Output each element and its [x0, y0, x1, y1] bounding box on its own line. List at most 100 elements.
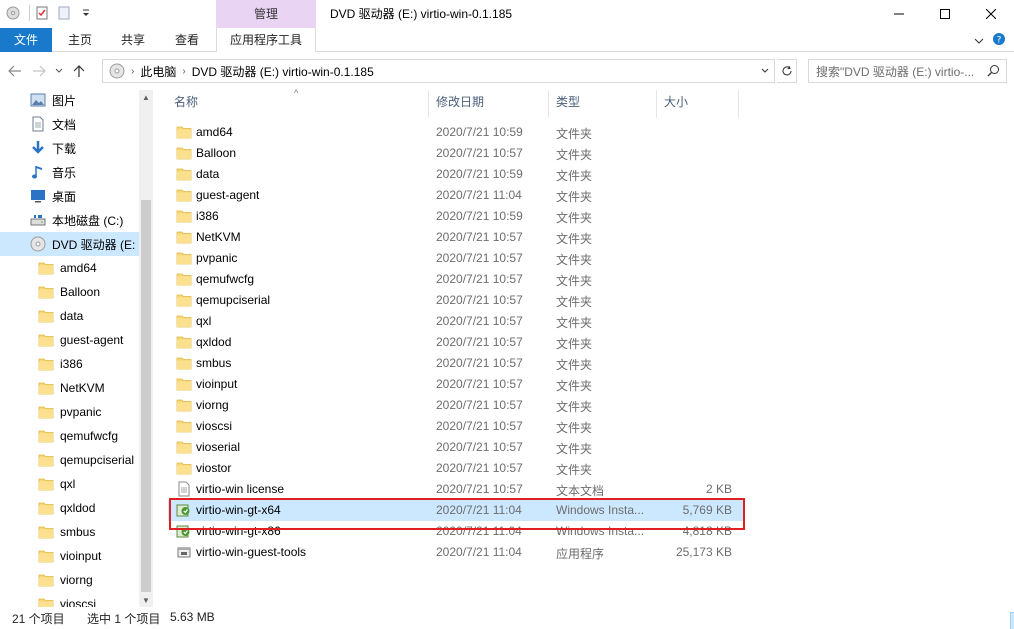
large-icons-view-icon[interactable]: [1010, 612, 1014, 629]
column-divider[interactable]: [656, 90, 657, 118]
breadcrumb-this-pc[interactable]: 此电脑: [140, 63, 176, 80]
sidebar-item--c-[interactable]: 本地磁盘 (C:): [0, 208, 139, 232]
breadcrumb-separator-icon[interactable]: ›: [131, 66, 134, 77]
address-bar[interactable]: › 此电脑 › DVD 驱动器 (E:) virtio-win-0.1.185: [102, 59, 775, 83]
file-row[interactable]: viorng 2020/7/21 10:57 文件夹: [168, 395, 744, 416]
scrollbar-thumb[interactable]: [141, 200, 151, 592]
tab-view[interactable]: 查看: [162, 28, 212, 52]
sidebar-item-vioinput[interactable]: vioinput: [0, 544, 139, 568]
sidebar-item--[interactable]: 下载: [0, 136, 139, 160]
new-folder-icon[interactable]: [55, 4, 73, 22]
file-row[interactable]: data 2020/7/21 10:59 文件夹: [168, 164, 744, 185]
minimize-button[interactable]: [876, 0, 922, 28]
folder-icon: [38, 284, 54, 300]
file-row[interactable]: amd64 2020/7/21 10:59 文件夹: [168, 122, 744, 143]
sidebar-item--[interactable]: 图片: [0, 90, 139, 112]
sidebar-item--[interactable]: 音乐: [0, 160, 139, 184]
column-divider[interactable]: [428, 90, 429, 118]
search-icon[interactable]: [987, 64, 1000, 80]
file-row[interactable]: i386 2020/7/21 10:59 文件夹: [168, 206, 744, 227]
tab-share[interactable]: 共享: [108, 28, 158, 52]
file-row[interactable]: virtio-win-gt-x64 2020/7/21 11:04 Windows …: [168, 500, 744, 521]
file-row[interactable]: NetKVM 2020/7/21 10:57 文件夹: [168, 227, 744, 248]
close-button[interactable]: [968, 0, 1014, 28]
sidebar-item-dvd-e-[interactable]: DVD 驱动器 (E:: [0, 232, 139, 256]
context-tab-manage[interactable]: 管理: [216, 0, 316, 28]
sidebar-item-smbus[interactable]: smbus: [0, 520, 139, 544]
sidebar-item-qxldod[interactable]: qxldod: [0, 496, 139, 520]
scroll-down-icon[interactable]: ▼: [139, 593, 153, 607]
breadcrumb-dvd-drive[interactable]: DVD 驱动器 (E:) virtio-win-0.1.185: [192, 63, 374, 80]
refresh-button[interactable]: [777, 59, 797, 83]
sidebar-item-label: 桌面: [52, 189, 77, 204]
search-input[interactable]: 搜索"DVD 驱动器 (E:) virtio-...: [808, 59, 1007, 83]
scroll-up-icon[interactable]: ▲: [139, 90, 153, 104]
expand-ribbon-icon[interactable]: [974, 34, 984, 48]
maximize-button[interactable]: [922, 0, 968, 28]
back-arrow-icon[interactable]: [6, 62, 24, 80]
file-row[interactable]: qemufwcfg 2020/7/21 10:57 文件夹: [168, 269, 744, 290]
tab-file[interactable]: 文件: [0, 28, 52, 52]
sidebar-item-qxl[interactable]: qxl: [0, 472, 139, 496]
help-icon[interactable]: ?: [992, 32, 1006, 49]
file-row[interactable]: virtio-win license 2020/7/21 10:57 文本文档 2 K…: [168, 479, 744, 500]
sidebar-item-netkvm[interactable]: NetKVM: [0, 376, 139, 400]
sidebar-item-guest-agent[interactable]: guest-agent: [0, 328, 139, 352]
file-row[interactable]: qxl 2020/7/21 10:57 文件夹: [168, 311, 744, 332]
sidebar-item-viorng[interactable]: viorng: [0, 568, 139, 592]
file-row[interactable]: vioserial 2020/7/21 10:57 文件夹: [168, 437, 744, 458]
file-type: Windows Insta...: [556, 524, 645, 538]
properties-icon[interactable]: [33, 4, 51, 22]
file-row[interactable]: virtio-win-guest-tools 2020/7/21 11:04 应用程…: [168, 542, 744, 563]
file-date: 2020/7/21 10:57: [436, 335, 523, 349]
sidebar-item-balloon[interactable]: Balloon: [0, 280, 139, 304]
folder-icon: [176, 166, 192, 182]
file-row[interactable]: vioinput 2020/7/21 10:57 文件夹: [168, 374, 744, 395]
sidebar-item-vioscsi[interactable]: vioscsi: [0, 592, 139, 607]
sidebar-item-data[interactable]: data: [0, 304, 139, 328]
documents-icon: [30, 116, 46, 132]
sidebar-item--[interactable]: 桌面: [0, 184, 139, 208]
sidebar-item-qemupciserial[interactable]: qemupciserial: [0, 448, 139, 472]
file-row[interactable]: qemupciserial 2020/7/21 10:57 文件夹: [168, 290, 744, 311]
sidebar-item-i386[interactable]: i386: [0, 352, 139, 376]
up-arrow-icon[interactable]: [70, 62, 88, 80]
column-header-type[interactable]: 类型: [550, 90, 660, 114]
folder-icon: [176, 250, 192, 266]
column-header-size[interactable]: 大小: [658, 90, 738, 114]
sidebar-item-label: DVD 驱动器 (E:: [52, 237, 136, 252]
file-name: virtio-win-gt-x86: [196, 524, 281, 538]
customize-toolbar-icon[interactable]: [77, 4, 95, 22]
file-date: 2020/7/21 11:04: [436, 503, 522, 517]
dvd-app-icon[interactable]: [4, 4, 22, 22]
file-row[interactable]: Balloon 2020/7/21 10:57 文件夹: [168, 143, 744, 164]
sidebar-item-label: qxl: [60, 477, 76, 491]
column-divider[interactable]: [548, 90, 549, 118]
recent-locations-icon[interactable]: [54, 62, 64, 80]
file-row[interactable]: guest-agent 2020/7/21 11:04 文件夹: [168, 185, 744, 206]
column-header-date[interactable]: 修改日期: [430, 90, 548, 114]
file-row[interactable]: viostor 2020/7/21 10:57 文件夹: [168, 458, 744, 479]
column-header-name[interactable]: 名称: [168, 90, 428, 114]
tab-application-tools[interactable]: 应用程序工具: [216, 28, 316, 52]
file-row[interactable]: qxldod 2020/7/21 10:57 文件夹: [168, 332, 744, 353]
drive-icon: [30, 212, 46, 228]
file-row[interactable]: virtio-win-gt-x86 2020/7/21 11:04 Windows …: [168, 521, 744, 542]
file-row[interactable]: vioscsi 2020/7/21 10:57 文件夹: [168, 416, 744, 437]
sidebar-item-amd64[interactable]: amd64: [0, 256, 139, 280]
column-divider[interactable]: [738, 90, 739, 118]
forward-arrow-icon[interactable]: [30, 62, 48, 80]
breadcrumb-separator-icon[interactable]: ›: [182, 66, 185, 77]
sidebar-item-pvpanic[interactable]: pvpanic: [0, 400, 139, 424]
sidebar-item-label: amd64: [60, 261, 97, 275]
sidebar-item-qemufwcfg[interactable]: qemufwcfg: [0, 424, 139, 448]
tab-home[interactable]: 主页: [56, 28, 104, 52]
nav-scrollbar[interactable]: ▲ ▼: [139, 90, 153, 607]
sidebar-item-label: 文档: [52, 117, 77, 132]
sidebar-item--[interactable]: 文档: [0, 112, 139, 136]
file-date: 2020/7/21 10:57: [436, 461, 523, 475]
address-dropdown-icon[interactable]: [760, 63, 770, 82]
file-row[interactable]: pvpanic 2020/7/21 10:57 文件夹: [168, 248, 744, 269]
file-row[interactable]: smbus 2020/7/21 10:57 文件夹: [168, 353, 744, 374]
file-size: 5,769 KB: [682, 503, 732, 517]
